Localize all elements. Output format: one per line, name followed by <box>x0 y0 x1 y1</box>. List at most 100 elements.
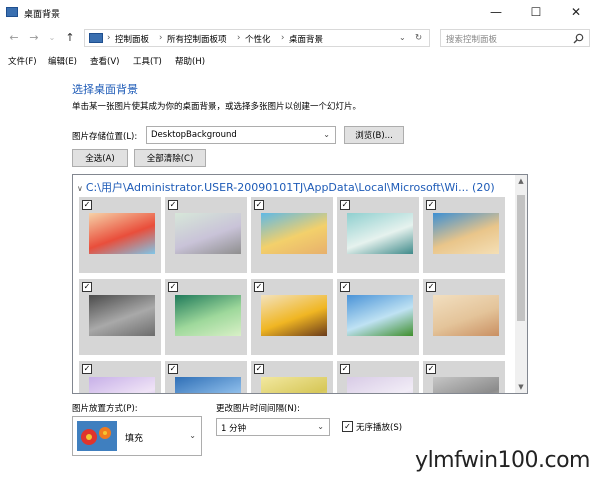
wallpaper-tile[interactable]: ✓ <box>423 279 505 355</box>
wallpaper-checkbox[interactable]: ✓ <box>426 200 436 210</box>
sand-heart-thumbnail <box>433 213 499 254</box>
page-description: 单击某一张图片使其成为你的桌面背景，或选择多张图片以创建一个幻灯片。 <box>72 102 362 112</box>
wallpaper-tile[interactable]: ✓ <box>251 279 333 355</box>
menu-tools[interactable]: 工具(T) <box>133 55 162 67</box>
lavender-thumbnail <box>347 377 413 393</box>
sunflower-thumbnail <box>261 295 327 336</box>
wallpaper-checkbox[interactable]: ✓ <box>82 282 92 292</box>
wallpaper-checkbox[interactable]: ✓ <box>254 282 264 292</box>
interval-label: 更改图片时间间隔(N): <box>216 404 300 414</box>
browse-button[interactable]: 浏览(B)... <box>344 126 404 144</box>
gallery-folder-path: C:\用户\Administrator.USER-20090101TJ\AppD… <box>85 181 495 194</box>
fill-preview-thumbnail <box>77 421 117 451</box>
gallery-scrollbar[interactable]: ▲ ▼ <box>515 175 527 393</box>
breadcrumb-all-items[interactable]: 所有控制面板项 <box>167 33 227 45</box>
desktop-background-panel: 选择桌面背景 单击某一张图片使其成为你的桌面背景，或选择多张图片以创建一个幻灯片… <box>0 70 600 481</box>
cartoon-thumbnail <box>89 213 155 254</box>
forward-icon[interactable]: → <box>26 29 42 45</box>
address-row: ← → ⌄ ↑ › 控制面板 › 所有控制面板项 › 个性化 › 桌面背景 ⌄ … <box>0 26 600 50</box>
dusk-thumbnail <box>433 377 499 393</box>
breadcrumb-desktop-background[interactable]: 桌面背景 <box>289 33 323 45</box>
title-bar: 桌面背景 — ☐ ✕ <box>0 0 600 26</box>
wallpaper-checkbox[interactable]: ✓ <box>82 364 92 374</box>
close-button[interactable]: ✕ <box>556 0 596 24</box>
watermark: ylmfwin100.com <box>415 448 590 473</box>
search-icon[interactable] <box>573 33 584 44</box>
teal-abstract-thumbnail <box>347 213 413 254</box>
shuffle-checkbox[interactable]: ✓ <box>342 421 353 432</box>
address-dropdown-icon[interactable]: ⌄ <box>399 33 406 42</box>
wallpaper-tile[interactable]: ✓ <box>251 197 333 273</box>
wallpaper-tile[interactable]: ✓ <box>165 361 247 393</box>
wallpaper-tile[interactable]: ✓ <box>251 361 333 393</box>
blue-mist-thumbnail <box>175 377 241 393</box>
interval-value: 1 分钟 <box>221 424 247 434</box>
position-label: 图片放置方式(P): <box>72 404 138 414</box>
wallpaper-checkbox[interactable]: ✓ <box>340 282 350 292</box>
wallpaper-tile[interactable]: ✓ <box>423 197 505 273</box>
breadcrumb-control-panel[interactable]: 控制面板 <box>115 33 149 45</box>
wallpaper-checkbox[interactable]: ✓ <box>426 364 436 374</box>
breadcrumb-separator: › <box>159 33 163 43</box>
wallpaper-checkbox[interactable]: ✓ <box>168 200 178 210</box>
chevron-down-icon: ⌄ <box>317 422 324 431</box>
menu-edit[interactable]: 编辑(E) <box>48 55 77 67</box>
wallpaper-checkbox[interactable]: ✓ <box>254 200 264 210</box>
minimize-button[interactable]: — <box>476 0 516 24</box>
wallpaper-checkbox[interactable]: ✓ <box>82 200 92 210</box>
picture-position-select[interactable]: 填充 ⌄ <box>72 416 202 456</box>
control-panel-icon <box>6 7 18 17</box>
chevron-down-icon[interactable]: ∨ <box>77 184 83 193</box>
scrollbar-thumb[interactable] <box>517 195 525 321</box>
control-panel-icon <box>89 33 103 43</box>
purple-thumbnail <box>89 377 155 393</box>
wallpaper-tile[interactable]: ✓ <box>337 279 419 355</box>
search-placeholder: 搜索控制面板 <box>446 35 498 45</box>
wallpaper-tile[interactable]: ✓ <box>79 361 161 393</box>
window-title: 桌面背景 <box>24 10 61 20</box>
menu-bar: 文件(F) 编辑(E) 查看(V) 工具(T) 帮助(H) <box>0 52 600 68</box>
location-label: 图片存储位置(L): <box>72 132 138 142</box>
refresh-icon[interactable]: ↻ <box>415 33 422 43</box>
search-input[interactable]: 搜索控制面板 <box>440 29 590 47</box>
position-value: 填充 <box>125 434 144 444</box>
interval-select[interactable]: 1 分钟 ⌄ <box>216 418 330 436</box>
breadcrumb-separator: › <box>237 33 241 43</box>
location-select[interactable]: DesktopBackground ⌄ <box>146 126 336 144</box>
wallpaper-checkbox[interactable]: ✓ <box>340 364 350 374</box>
wallpaper-tile[interactable]: ✓ <box>337 361 419 393</box>
breadcrumb-separator: › <box>281 33 285 43</box>
location-value: DesktopBackground <box>151 130 237 140</box>
maximize-button[interactable]: ☐ <box>516 0 556 24</box>
wallpaper-tile[interactable]: ✓ <box>423 361 505 393</box>
wallpaper-tile[interactable]: ✓ <box>165 279 247 355</box>
clear-all-button[interactable]: 全部清除(C) <box>134 149 206 167</box>
select-all-button[interactable]: 全选(A) <box>72 149 128 167</box>
wallpaper-checkbox[interactable]: ✓ <box>426 282 436 292</box>
address-bar[interactable]: › 控制面板 › 所有控制面板项 › 个性化 › 桌面背景 ⌄ ↻ <box>84 29 430 47</box>
shuffle-label[interactable]: 无序播放(S) <box>356 421 402 433</box>
wallpaper-tile[interactable]: ✓ <box>165 197 247 273</box>
wallpaper-tile[interactable]: ✓ <box>337 197 419 273</box>
menu-view[interactable]: 查看(V) <box>90 55 119 67</box>
scroll-up-icon[interactable]: ▲ <box>515 175 527 187</box>
chevron-down-icon: ⌄ <box>323 130 330 139</box>
wallpaper-checkbox[interactable]: ✓ <box>168 282 178 292</box>
chevron-down-icon: ⌄ <box>189 431 196 440</box>
breadcrumb-separator: › <box>107 33 111 43</box>
menu-help[interactable]: 帮助(H) <box>175 55 205 67</box>
wallpaper-checkbox[interactable]: ✓ <box>168 364 178 374</box>
back-icon[interactable]: ← <box>6 29 22 45</box>
wallpaper-checkbox[interactable]: ✓ <box>340 200 350 210</box>
wallpaper-tile[interactable]: ✓ <box>79 279 161 355</box>
gallery-folder-header[interactable]: ∨ C:\用户\Administrator.USER-20090101TJ\App… <box>77 179 495 195</box>
menu-file[interactable]: 文件(F) <box>8 55 37 67</box>
meadow-thumbnail <box>347 295 413 336</box>
scroll-down-icon[interactable]: ▼ <box>515 381 527 393</box>
wallpaper-tile[interactable]: ✓ <box>79 197 161 273</box>
up-icon[interactable]: ↑ <box>62 29 78 45</box>
powerline-thumbnail <box>175 213 241 254</box>
recent-dropdown-icon[interactable]: ⌄ <box>44 29 60 45</box>
breadcrumb-personalization[interactable]: 个性化 <box>245 33 271 45</box>
wallpaper-checkbox[interactable]: ✓ <box>254 364 264 374</box>
